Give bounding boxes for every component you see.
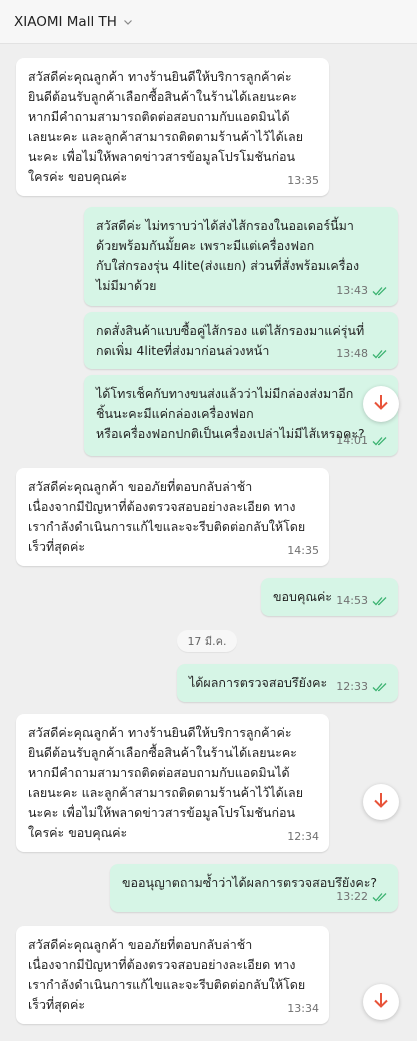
message-bubble-incoming[interactable]: สวัสดีค่ะคุณลูกค้า ทางร้านยินดีให้บริการ…: [16, 58, 329, 196]
scroll-down-button[interactable]: [363, 984, 399, 1020]
message-time: 13:22: [336, 890, 368, 903]
double-check-icon: [372, 892, 388, 902]
header-divider: [0, 44, 417, 52]
date-separator: 17 มี.ค.: [177, 630, 237, 652]
message-time: 13:34: [287, 1002, 319, 1015]
message-time: 14:01: [336, 434, 368, 447]
double-check-icon: [372, 349, 388, 359]
message-meta: 13:43: [336, 281, 388, 301]
message-time: 13:43: [336, 284, 368, 297]
message-bubble-outgoing[interactable]: สวัสดีค่ะ ไม่ทราบว่าได้ส่งไส้กรองในออเดอ…: [84, 207, 398, 306]
message-time: 12:34: [287, 830, 319, 843]
message-text: สวัสดีค่ะคุณลูกค้า ทางร้านยินดีให้บริการ…: [28, 69, 304, 184]
scroll-down-button[interactable]: [363, 784, 399, 820]
message-time: 12:33: [336, 680, 368, 693]
chat-title[interactable]: XIAOMI Mall TH: [14, 14, 117, 30]
chevron-down-icon[interactable]: [123, 17, 133, 27]
message-meta: 14:01: [336, 431, 388, 451]
message-text: สวัสดีค่ะคุณลูกค้า ทางร้านยินดีให้บริการ…: [28, 725, 304, 840]
message-bubble-incoming[interactable]: สวัสดีค่ะคุณลูกค้า ขออภัยที่ตอบกลับล่าช้…: [16, 468, 329, 566]
message-bubble-outgoing[interactable]: กดสั่งสินค้าแบบซื้อคู่ไส้กรอง แต่ไส้กรอง…: [84, 312, 398, 369]
chat-header: XIAOMI Mall TH: [0, 0, 417, 44]
message-meta: 13:22: [336, 887, 388, 907]
message-bubble-outgoing[interactable]: ขอบคุณค่ะ 14:53: [261, 578, 398, 616]
message-meta: 14:53: [336, 591, 388, 611]
double-check-icon: [372, 286, 388, 296]
message-bubble-incoming[interactable]: สวัสดีค่ะคุณลูกค้า ขออภัยที่ตอบกลับล่าช้…: [16, 926, 329, 1024]
double-check-icon: [372, 436, 388, 446]
message-bubble-outgoing[interactable]: ขออนุญาตถามซ้ำว่าได้ผลการตรวจสอบรึยังคะ?…: [110, 864, 398, 912]
message-time: 14:53: [336, 594, 368, 607]
double-check-icon: [372, 682, 388, 692]
message-meta: 13:48: [336, 344, 388, 364]
message-text: สวัสดีค่ะคุณลูกค้า ขออภัยที่ตอบกลับล่าช้…: [28, 937, 306, 1012]
message-meta: 13:35: [287, 171, 319, 191]
message-bubble-outgoing[interactable]: ได้โทรเช็คกับทางขนส่งแล้วว่าไม่มีกล่องส่…: [84, 375, 398, 456]
message-time: 13:48: [336, 347, 368, 360]
message-time: 13:35: [287, 174, 319, 187]
arrow-down-icon: [372, 991, 390, 1013]
message-meta: 12:33: [336, 677, 388, 697]
message-bubble-incoming[interactable]: สวัสดีค่ะคุณลูกค้า ทางร้านยินดีให้บริการ…: [16, 714, 329, 852]
arrow-down-icon: [372, 791, 390, 813]
message-time: 14:35: [287, 544, 319, 557]
message-text: สวัสดีค่ะคุณลูกค้า ขออภัยที่ตอบกลับล่าช้…: [28, 479, 306, 554]
message-meta: 13:34: [287, 999, 319, 1019]
message-meta: 12:34: [287, 827, 319, 847]
message-meta: 14:35: [287, 541, 319, 561]
scroll-down-button[interactable]: [363, 386, 399, 422]
double-check-icon: [372, 596, 388, 606]
arrow-down-icon: [372, 393, 390, 415]
message-bubble-outgoing[interactable]: ได้ผลการตรวจสอบรึยังคะ 12:33: [177, 664, 398, 702]
